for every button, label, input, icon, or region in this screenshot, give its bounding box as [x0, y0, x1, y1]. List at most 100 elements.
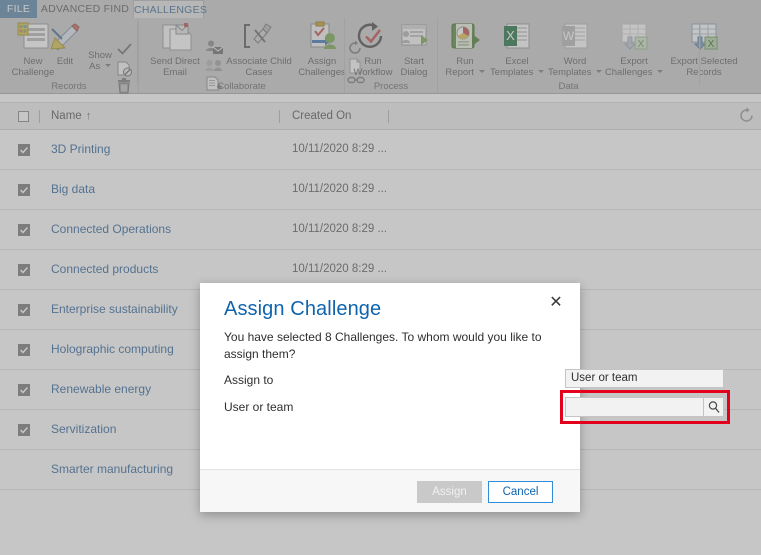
row-checkbox[interactable]: [18, 304, 30, 316]
assign-to-select[interactable]: User or team: [565, 369, 724, 388]
run-report-label-2: Report: [443, 67, 487, 79]
run-report-button[interactable]: Run Report: [443, 21, 487, 78]
share-email-button[interactable]: [202, 40, 226, 59]
checkmark-icon: [116, 42, 133, 59]
export-selected-records-icon: X: [662, 21, 746, 55]
svg-text:W: W: [563, 29, 575, 43]
ribbon-divider-4: [699, 22, 700, 85]
run-report-caret-icon: [478, 70, 485, 74]
table-row[interactable]: Big data 10/11/2020 8:29 ...: [0, 170, 761, 210]
run-report-icon: [443, 21, 487, 55]
word-templates-button[interactable]: W Word Templates: [546, 21, 604, 78]
row-name-link[interactable]: Big data: [51, 170, 95, 209]
ribbon-toolbar: New Challenge Edit Show As Records Send …: [0, 18, 761, 94]
row-created-on: 10/11/2020 8:29 ...: [292, 223, 388, 235]
search-icon[interactable]: [703, 398, 723, 416]
show-as-caret-icon: [104, 64, 111, 68]
ribbon-group-label-collaborate: Collaborate: [217, 81, 266, 92]
row-checkbox[interactable]: [18, 344, 30, 356]
start-dialog-button[interactable]: Start Dialog: [394, 21, 434, 78]
column-header-name[interactable]: Name ↑: [51, 103, 91, 130]
user-or-team-lookup: [565, 397, 724, 417]
dialog-description: You have selected 8 Challenges. To whom …: [224, 330, 542, 361]
column-header-created-on[interactable]: Created On: [292, 103, 351, 130]
run-workflow-button[interactable]: Run Workflow: [351, 21, 395, 78]
ghost-top-text: ...... ......: [648, 0, 740, 1]
table-row[interactable]: 3D Printing 10/11/2020 8:29 ...: [0, 130, 761, 170]
assign-challenge-dialog: Assign Challenge ✕ You have selected 8 C…: [200, 283, 730, 512]
edit-label: Edit: [56, 56, 74, 67]
row-name-link[interactable]: Enterprise sustainability: [51, 290, 178, 329]
word-templates-caret-icon: [595, 70, 602, 74]
cancel-button[interactable]: Cancel: [488, 481, 553, 503]
send-direct-email-label-1: Send Direct: [150, 56, 200, 67]
ribbon-tab-strip: ...... ...... FILE ADVANCED FIND CHALLEN…: [0, 0, 761, 19]
table-row[interactable]: Connected Operations 10/11/2020 8:29 ...: [0, 210, 761, 250]
associate-child-cases-label-2: Cases: [245, 66, 273, 78]
run-workflow-icon: [351, 21, 395, 55]
row-name-link[interactable]: 3D Printing: [51, 130, 110, 169]
activate-button[interactable]: [113, 42, 135, 61]
export-selected-records-button[interactable]: X Export Selected Records: [662, 21, 746, 78]
associate-child-cases-button[interactable]: Associate Child Cases: [225, 21, 293, 78]
row-checkbox[interactable]: [18, 424, 30, 436]
row-name-link[interactable]: Holographic computing: [51, 330, 174, 369]
start-dialog-label-2: Dialog: [400, 66, 428, 78]
assign-button[interactable]: Assign: [417, 481, 482, 503]
row-name-link[interactable]: Smarter manufacturing: [51, 450, 173, 489]
start-dialog-icon: [394, 21, 434, 55]
column-header-name-label: Name: [51, 110, 82, 122]
associate-child-cases-icon: [225, 21, 293, 55]
row-created-on: 10/11/2020 8:29 ...: [292, 143, 388, 155]
row-name-link[interactable]: Connected Operations: [51, 210, 171, 249]
ribbon-group-label-records: Records: [51, 81, 87, 92]
word-templates-label-2: Templates: [546, 67, 604, 79]
people-icon: [205, 59, 224, 76]
word-templates-icon: W: [546, 21, 604, 55]
refresh-grid-button[interactable]: [738, 107, 758, 127]
row-checkbox[interactable]: [18, 224, 30, 236]
export-challenges-label-2: Challenges: [604, 67, 664, 79]
excel-templates-button[interactable]: X Excel Templates: [488, 21, 546, 78]
row-checkbox[interactable]: [18, 184, 30, 196]
send-direct-email-icon: [147, 21, 203, 55]
grid-header-row: Name ↑ Created On: [0, 102, 761, 130]
row-name-link[interactable]: Servitization: [51, 410, 116, 449]
row-checkbox[interactable]: [18, 144, 30, 156]
header-divider-2: [388, 110, 389, 123]
ribbon-group-label-data: Data: [558, 81, 579, 92]
select-all-checkbox[interactable]: [18, 111, 29, 122]
dialog-footer: Assign Cancel: [200, 469, 580, 512]
close-icon[interactable]: ✕: [546, 293, 566, 313]
export-challenges-button[interactable]: X Export Challenges: [604, 21, 664, 78]
associate-child-cases-label-1: Associate Child: [226, 56, 292, 67]
column-header-created-on-label: Created On: [292, 110, 352, 122]
send-direct-email-label-2: Email: [163, 66, 187, 78]
row-created-on: 10/11/2020 8:29 ...: [292, 183, 388, 195]
tab-file[interactable]: FILE: [0, 0, 37, 18]
edit-button[interactable]: Edit: [46, 21, 84, 68]
ribbon-group-data: Run Report X Excel Templates W Word Temp…: [437, 18, 738, 93]
ribbon-group-label-process: Process: [373, 81, 409, 92]
row-checkbox[interactable]: [18, 264, 30, 276]
header-divider-1: [279, 110, 280, 123]
export-selected-records-label-1: Export Selected: [670, 56, 738, 67]
new-challenge-label-2: Challenge: [11, 66, 55, 78]
svg-text:X: X: [506, 28, 515, 43]
tab-challenges[interactable]: CHALLENGES: [133, 0, 207, 18]
user-or-team-label: User or team: [224, 400, 294, 414]
excel-templates-icon: X: [488, 21, 546, 55]
document-block-icon: [116, 61, 133, 78]
row-name-link[interactable]: Connected products: [51, 250, 158, 289]
dialog-title: Assign Challenge: [224, 298, 382, 320]
user-or-team-input[interactable]: [566, 398, 704, 416]
svg-text:X: X: [708, 39, 715, 50]
row-name-link[interactable]: Renewable energy: [51, 370, 151, 409]
send-direct-email-button[interactable]: Send Direct Email: [147, 21, 203, 78]
ribbon-group-records: New Challenge Edit Show As Records: [0, 18, 138, 94]
row-checkbox[interactable]: [18, 384, 30, 396]
tab-advanced-find[interactable]: ADVANCED FIND: [37, 0, 133, 18]
sort-ascending-icon: ↑: [85, 110, 92, 122]
edit-pencil-ruler-icon: [46, 21, 84, 55]
row-checkbox[interactable]: [18, 464, 30, 476]
